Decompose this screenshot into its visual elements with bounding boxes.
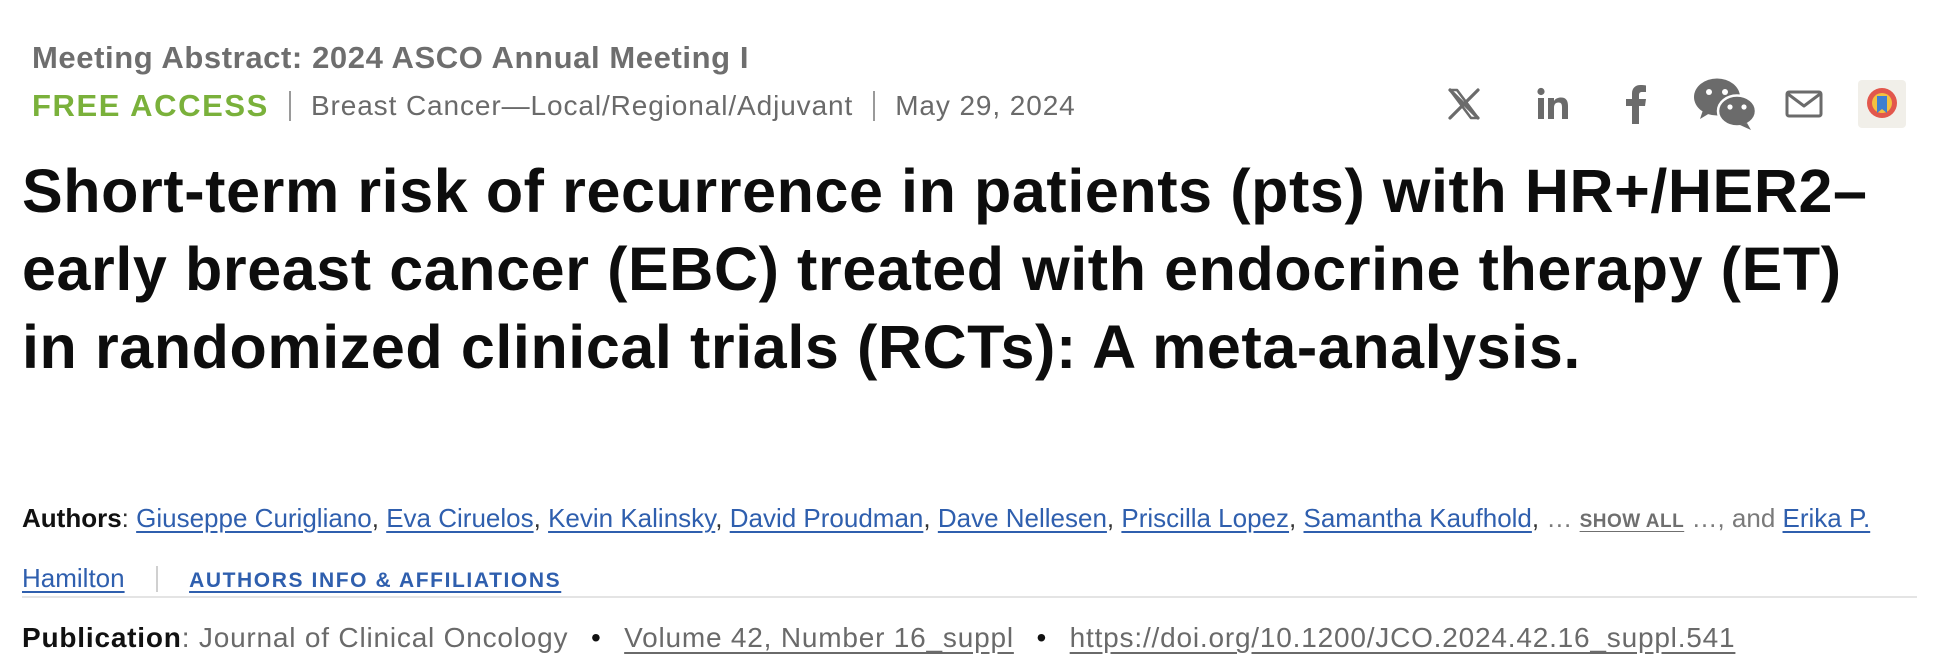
author-separator: ,	[1531, 503, 1540, 533]
author-link[interactable]: Giuseppe Curigliano	[136, 503, 372, 533]
publish-date: May 29, 2024	[895, 90, 1076, 121]
authors-info-affiliations-link[interactable]: AUTHORS INFO & AFFILIATIONS	[189, 569, 561, 592]
meta-separator	[873, 91, 876, 121]
author-link[interactable]: David Proudman	[730, 503, 924, 533]
meeting-label: Meeting Abstract: 2024 ASCO Annual Meeti…	[32, 40, 750, 75]
author-link[interactable]: Priscilla Lopez	[1121, 503, 1289, 533]
author-separator: ,	[715, 503, 723, 533]
free-access-badge: FREE ACCESS	[32, 88, 269, 123]
show-all-authors-button[interactable]: SHOW ALL	[1580, 511, 1685, 532]
email-icon[interactable]	[1784, 78, 1824, 130]
volume-link[interactable]: Volume 42, Number 16_suppl	[624, 622, 1014, 653]
wechat-icon[interactable]	[1692, 78, 1758, 130]
publication-colon: :	[181, 622, 191, 653]
author-separator: ,	[1106, 503, 1115, 533]
authors-colon: :	[121, 503, 129, 533]
section-divider	[22, 596, 1917, 598]
doi-link[interactable]: https://doi.org/10.1200/JCO.2024.42.16_s…	[1070, 622, 1736, 653]
author-link[interactable]: Kevin Kalinsky	[548, 503, 715, 533]
author-link[interactable]: Samantha Kaufhold	[1304, 503, 1532, 533]
article-title: Short-term risk of recurrence in patient…	[22, 157, 1868, 381]
affiliations-separator	[155, 566, 158, 592]
facebook-icon[interactable]	[1620, 78, 1652, 130]
authors-and-text: …, and	[1691, 503, 1776, 533]
mendeley-icon[interactable]	[1858, 78, 1906, 130]
author-separator: ,	[371, 503, 379, 533]
author-separator: ,	[533, 503, 541, 533]
authors-label: Authors	[22, 503, 122, 533]
publication-label: Publication	[22, 622, 182, 653]
category-label: Breast Cancer—Local/Regional/Adjuvant	[310, 90, 854, 121]
author-link[interactable]: Dave Nellesen	[938, 503, 1107, 533]
journal-name: Journal of Clinical Oncology	[198, 622, 569, 653]
share-toolbar	[1440, 78, 1906, 130]
author-separator: ,	[923, 503, 931, 533]
authors-section: Authors: Giuseppe Curigliano, Eva Ciruel…	[22, 490, 1917, 609]
author-separator: ,	[1289, 503, 1297, 533]
meta-separator	[288, 91, 291, 121]
publication-bullet: •	[590, 622, 602, 653]
authors-ellipsis: …	[1546, 503, 1573, 533]
linkedin-icon[interactable]	[1530, 78, 1576, 130]
publication-bullet: •	[1036, 622, 1048, 653]
publication-row: Publication: Journal of Clinical Oncolog…	[22, 622, 1735, 654]
author-link[interactable]: Eva Ciruelos	[386, 503, 533, 533]
article-meta-row: FREE ACCESS Breast Cancer—Local/Regional…	[32, 88, 1076, 124]
x-icon[interactable]	[1440, 78, 1488, 130]
